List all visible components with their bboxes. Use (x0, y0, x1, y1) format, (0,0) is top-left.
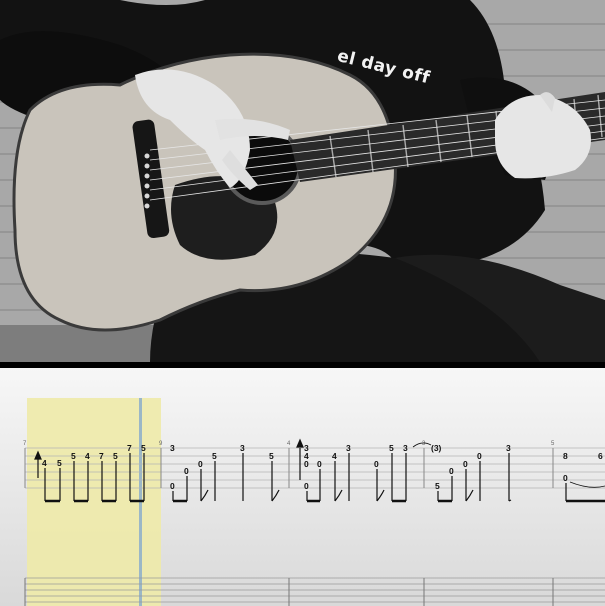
tab-note: 8 (563, 451, 568, 461)
tab-note: 5 (113, 451, 118, 461)
tab-notation-panel: 7 9 4 3 5 4 5 5 4 7 5 7 5 0 3 0 0 5 3 5 … (0, 368, 605, 606)
tab-note: (3) (431, 443, 442, 453)
tab-note: 0 (563, 473, 568, 483)
tab-note: 3 (170, 443, 175, 453)
tab-note: 5 (269, 451, 274, 461)
tab-note: 5 (389, 443, 394, 453)
bar-number: 9 (159, 441, 163, 447)
tab-note: 0 (304, 459, 309, 469)
tab-note: 7 (99, 451, 104, 461)
video-player[interactable]: el day off 7 9 4 3 5 4 5 5 4 7 5 7 5 0 3… (0, 0, 605, 606)
video-frame[interactable]: el day off (0, 0, 605, 362)
tab-note: 0 (449, 466, 454, 476)
tab-note: 3 (346, 443, 351, 453)
tab-note: 0 (374, 459, 379, 469)
tab-note: 4 (42, 458, 47, 468)
tab-note: 0 (184, 466, 189, 476)
bar-number: 4 (287, 441, 291, 447)
bar-number: 3 (422, 441, 426, 447)
tab-note: 3 (403, 443, 408, 453)
tab-staff: 7 9 4 3 5 4 5 5 4 7 5 7 5 0 3 0 0 5 3 5 … (23, 398, 605, 606)
tab-note: 0 (170, 481, 175, 491)
tab-note: 5 (57, 458, 62, 468)
tab-note: 6 (598, 451, 603, 461)
bar-number: 5 (551, 441, 555, 447)
tab-note: 4 (332, 451, 337, 461)
tab-note: 5 (141, 443, 146, 453)
tab-note: 0 (317, 459, 322, 469)
tab-note: 7 (127, 443, 132, 453)
bar-number: 7 (23, 441, 27, 447)
tab-note: 5 (71, 451, 76, 461)
tab-note: 0 (198, 459, 203, 469)
tab-note: 3 (240, 443, 245, 453)
tab-note: 0 (463, 459, 468, 469)
tab-note: 0 (304, 481, 309, 491)
video-scene (0, 0, 605, 362)
tab-note: 3 (506, 443, 511, 453)
tab-note: 5 (212, 451, 217, 461)
tab-note: 0 (477, 451, 482, 461)
tab-note: 5 (435, 481, 440, 491)
tab-note: 4 (85, 451, 90, 461)
